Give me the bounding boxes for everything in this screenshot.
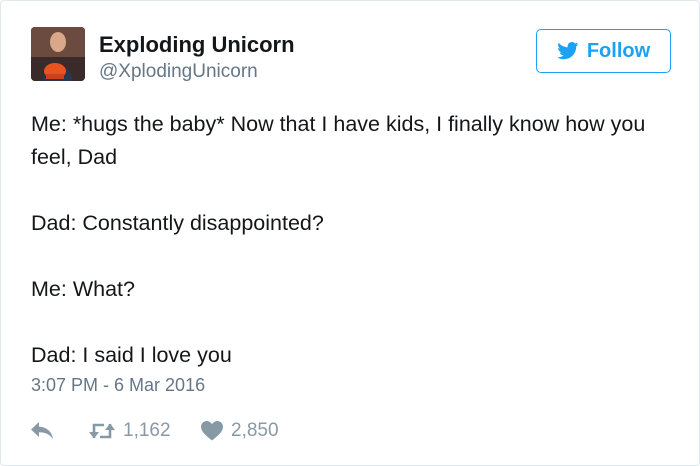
tweet-actions: 1,162 2,850 — [31, 418, 279, 444]
tweet-line: Dad: Constantly disappointed? — [31, 211, 324, 235]
retweet-button[interactable]: 1,162 — [89, 420, 201, 442]
tweet-line: Me: What? — [31, 277, 135, 301]
follow-button[interactable]: Follow — [536, 29, 671, 73]
avatar[interactable] — [31, 27, 85, 81]
tweet-card: Exploding Unicorn @XplodingUnicorn Follo… — [0, 0, 700, 466]
reply-icon — [31, 422, 53, 439]
display-name[interactable]: Exploding Unicorn — [99, 32, 295, 58]
follow-label: Follow — [586, 39, 651, 62]
like-count: 2,850 — [231, 420, 279, 441]
heart-icon — [201, 421, 223, 441]
user-handle[interactable]: @XplodingUnicorn — [99, 61, 258, 83]
timestamp[interactable]: 3:07 PM - 6 Mar 2016 — [31, 375, 205, 396]
tweet-line: Dad: I said I love you — [31, 343, 232, 367]
reply-button[interactable] — [31, 422, 89, 440]
retweet-count: 1,162 — [123, 420, 171, 441]
tweet-text: Me: *hugs the baby* Now that I have kids… — [31, 108, 681, 372]
like-button[interactable]: 2,850 — [201, 420, 279, 442]
tweet-line: Me: *hugs the baby* Now that I have kids… — [31, 112, 646, 169]
retweet-icon — [89, 423, 115, 439]
twitter-bird-icon — [557, 42, 579, 60]
